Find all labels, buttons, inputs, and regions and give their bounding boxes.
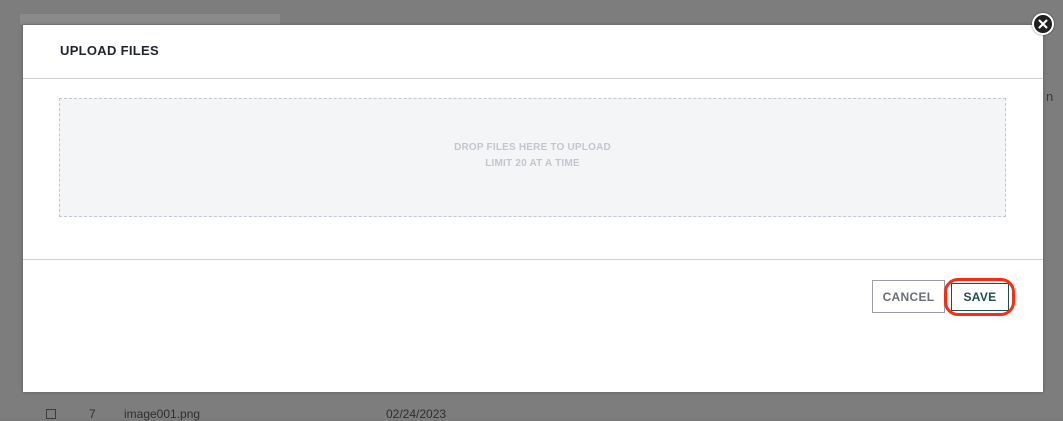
file-dropzone[interactable]: DROP FILES HERE TO UPLOAD LIMIT 20 AT A … <box>59 98 1006 217</box>
table-row: 7 image001.png 02/24/2023 <box>0 399 1063 421</box>
dropzone-instruction: DROP FILES HERE TO UPLOAD <box>454 142 611 153</box>
background-column-header: n <box>1046 89 1054 104</box>
footer-divider <box>23 259 1043 260</box>
upload-files-modal: UPLOAD FILES DROP FILES HERE TO UPLOAD L… <box>23 25 1043 392</box>
close-modal-button[interactable] <box>1032 13 1054 35</box>
modal-header: UPLOAD FILES <box>23 25 1043 79</box>
row-checkbox <box>46 409 56 419</box>
save-button[interactable]: SAVE <box>951 283 1009 311</box>
close-icon <box>1038 19 1048 29</box>
dropzone-limit-text: LIMIT 20 AT A TIME <box>485 158 580 169</box>
modal-title: UPLOAD FILES <box>60 43 159 58</box>
background-toolbar <box>20 14 280 24</box>
cancel-button[interactable]: CANCEL <box>872 280 945 313</box>
